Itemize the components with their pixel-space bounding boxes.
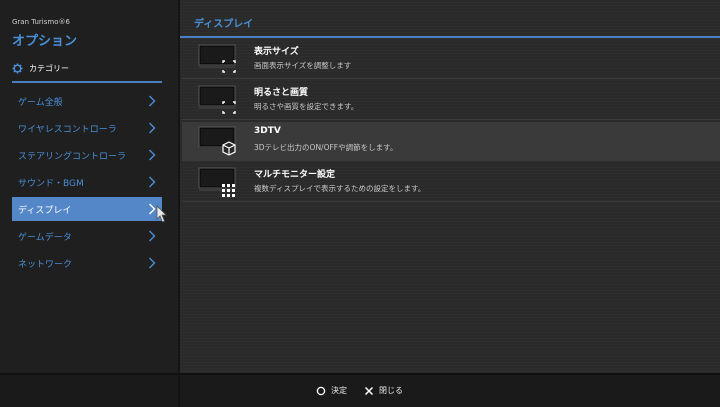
- category-header: カテゴリー: [12, 61, 69, 75]
- sidebar: Gran Turismo®6 オプション カテゴリー ゲーム全般 ワイヤレスコン…: [0, 0, 180, 373]
- cross-button-icon: [364, 386, 374, 395]
- category-divider: [12, 81, 162, 83]
- screen-size-icon: [198, 44, 236, 73]
- 3d-cube-icon: [198, 126, 236, 156]
- option-screen-size[interactable]: 表示サイズ 画面表示サイズを調整します: [182, 40, 720, 79]
- game-name: Gran Turismo®6: [12, 18, 70, 26]
- chevron-right-icon: [149, 149, 156, 161]
- chevron-right-icon: [149, 176, 156, 188]
- option-description: 複数ディスプレイで表示するための設定をします。: [254, 184, 426, 193]
- pointer-cursor-icon: [156, 205, 167, 223]
- sidebar-item-label: ステアリングコントローラ: [18, 151, 127, 162]
- option-3dtv[interactable]: 3DTV 3Dテレビ出力のON/OFFや調節をします。: [182, 122, 720, 161]
- footer-bar: 決定 閉じる: [0, 373, 720, 407]
- option-title: 3DTV: [254, 126, 281, 136]
- section-divider: [180, 36, 720, 38]
- display-options-list: 表示サイズ 画面表示サイズを調整します 明るさと画質 明るさや画質を設定できます…: [182, 40, 720, 204]
- chevron-right-icon: [149, 122, 156, 134]
- option-description: 画面表示サイズを調整します: [254, 61, 352, 70]
- gear-icon: [12, 62, 23, 74]
- close-label: 閉じる: [379, 386, 403, 395]
- multi-monitor-icon: [198, 167, 236, 197]
- section-title: ディスプレイ: [194, 19, 254, 30]
- sidebar-item-label: ネットワーク: [18, 259, 73, 270]
- sidebar-item-label: ゲーム全般: [18, 97, 63, 108]
- brightness-icon: [198, 85, 236, 114]
- category-menu: ゲーム全般 ワイヤレスコントローラ ステアリングコントローラ サウンド・BGM …: [12, 89, 167, 278]
- option-title: 明るさと画質: [254, 88, 309, 98]
- option-title: 表示サイズ: [254, 47, 299, 57]
- chevron-right-icon: [149, 95, 156, 107]
- option-brightness[interactable]: 明るさと画質 明るさや画質を設定できます。: [182, 81, 720, 120]
- sidebar-item-display[interactable]: ディスプレイ: [12, 197, 167, 223]
- option-description: 3Dテレビ出力のON/OFFや調節をします。: [254, 143, 398, 152]
- close-hint[interactable]: 閉じる: [364, 385, 403, 396]
- chevron-right-icon: [149, 230, 156, 242]
- confirm-label: 決定: [331, 386, 347, 395]
- circle-button-icon: [316, 386, 326, 395]
- sidebar-item-game-data[interactable]: ゲームデータ: [12, 224, 162, 248]
- chevron-right-icon: [149, 203, 156, 215]
- option-description: 明るさや画質を設定できます。: [254, 102, 359, 111]
- option-title: マルチモニター設定: [254, 170, 336, 180]
- sidebar-item-label: ゲームデータ: [18, 232, 72, 243]
- sidebar-item-label: ディスプレイ: [18, 205, 72, 216]
- sidebar-item-wireless-controller[interactable]: ワイヤレスコントローラ: [12, 116, 162, 140]
- footer-divider: [178, 375, 180, 407]
- sidebar-item-steering-controller[interactable]: ステアリングコントローラ: [12, 143, 162, 167]
- sidebar-item-sound[interactable]: サウンド・BGM: [12, 170, 162, 194]
- sidebar-item-network[interactable]: ネットワーク: [12, 251, 162, 275]
- confirm-hint[interactable]: 決定: [316, 385, 347, 396]
- option-multi-monitor[interactable]: マルチモニター設定 複数ディスプレイで表示するための設定をします。: [182, 163, 720, 202]
- page-title: オプション: [12, 34, 78, 49]
- category-label: カテゴリー: [29, 63, 69, 73]
- sidebar-item-label: ワイヤレスコントローラ: [18, 124, 117, 135]
- sidebar-item-general[interactable]: ゲーム全般: [12, 89, 162, 113]
- sidebar-item-label: サウンド・BGM: [18, 178, 84, 189]
- chevron-right-icon: [149, 257, 156, 269]
